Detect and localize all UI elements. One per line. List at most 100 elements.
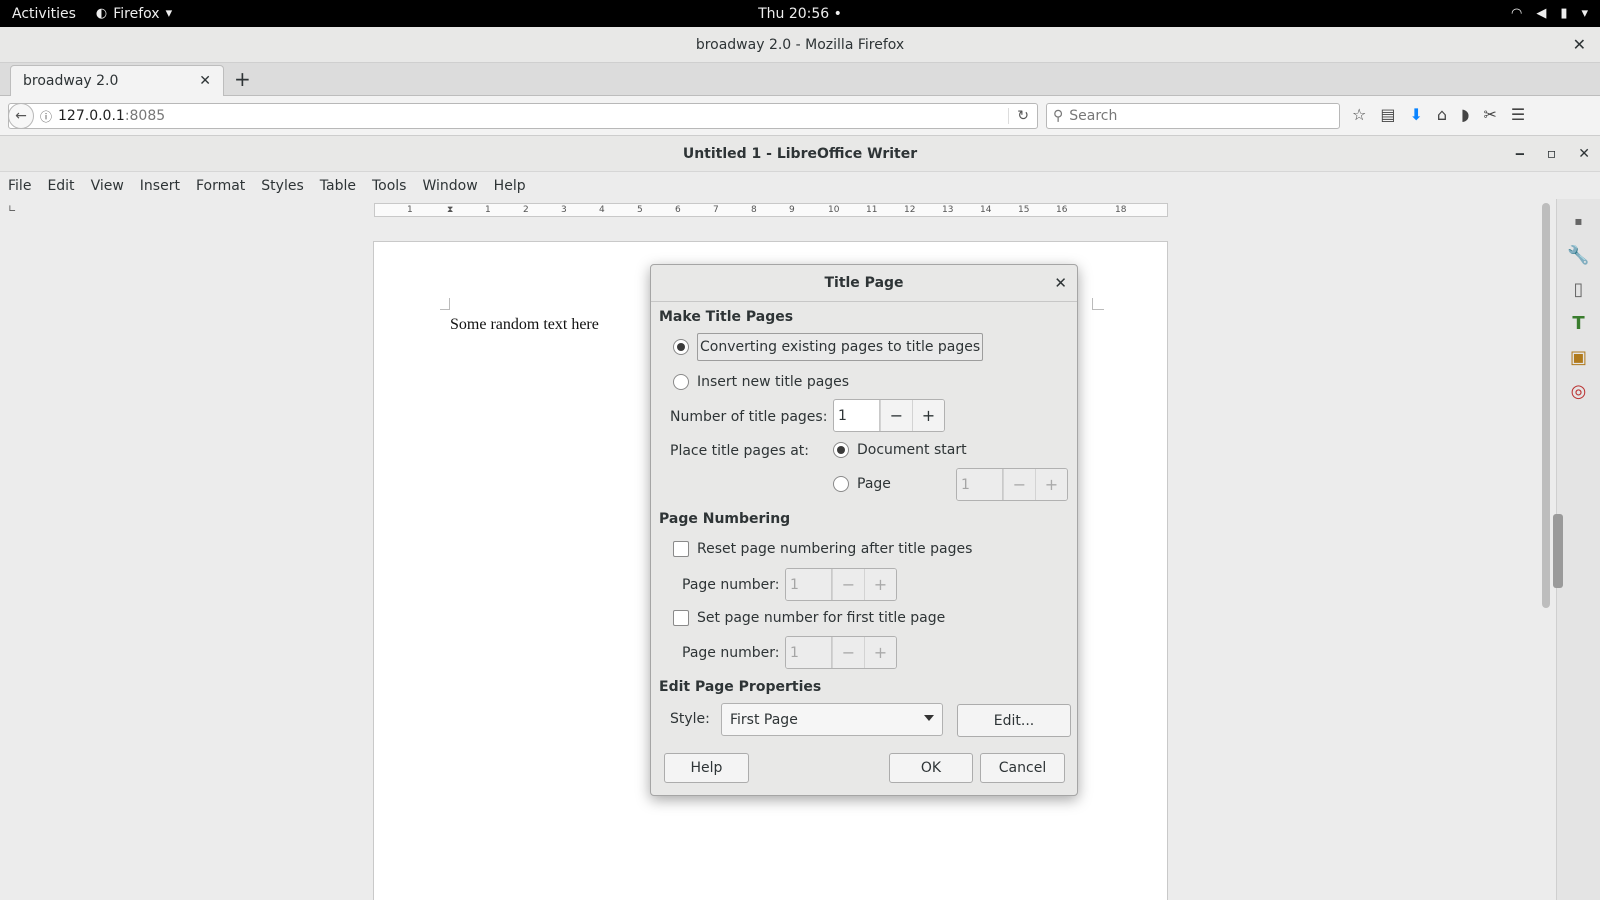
navigator-compass-icon[interactable]: ◎ [1567,379,1591,403]
app-menu[interactable]: ◐ Firefox ▾ [88,6,172,22]
style-label: Style: [670,711,710,727]
properties-wrench-icon[interactable]: 🔧 [1567,243,1591,267]
radio-page[interactable]: Page [833,476,891,492]
reset-numbering-label: Reset page numbering after title pages [697,541,973,557]
dialog-header: Title Page ✕ [651,265,1077,302]
sidebar-collapse-handle[interactable] [1553,514,1563,588]
menu-edit[interactable]: Edit [47,178,74,194]
radio-document-start[interactable]: Document start [833,442,967,458]
ok-button[interactable]: OK [889,753,973,783]
url-port: :8085 [124,108,166,124]
decrement-button[interactable]: − [1003,469,1035,500]
ruler-tick: 4 [599,205,605,215]
hamburger-menu-icon[interactable]: ☰ [1511,105,1525,124]
menu-tools[interactable]: Tools [372,178,407,194]
number-of-title-pages-stepper[interactable]: 1 − + [833,399,945,432]
radio-button-selected[interactable] [833,442,849,458]
ruler-tick: 10 [828,205,840,215]
menu-window[interactable]: Window [422,178,477,194]
increment-button[interactable]: + [1035,469,1067,500]
page-icon[interactable]: ▯ [1567,277,1591,301]
ruler-tick: 1 [407,205,413,215]
menu-insert[interactable]: Insert [140,178,180,194]
title-page-dialog: Title Page ✕ Make Title Pages Converting… [650,264,1078,796]
decrement-button[interactable]: − [832,569,864,600]
radio-button-selected[interactable] [673,339,689,355]
battery-icon: ▮ [1560,6,1568,21]
tab-broadway[interactable]: broadway 2.0 ✕ [10,65,224,96]
close-icon[interactable]: ✕ [1573,35,1586,54]
pocket-icon[interactable]: ◗ [1461,105,1469,124]
dialog-close-icon[interactable]: ✕ [1054,274,1067,292]
writer-titlebar: Untitled 1 - LibreOffice Writer ‒ ▫ ✕ [0,136,1600,172]
menu-view[interactable]: View [91,178,124,194]
bookmark-star-icon[interactable]: ☆ [1352,105,1366,124]
minimize-icon[interactable]: ‒ [1515,146,1525,162]
style-dropdown[interactable]: First Page [721,703,943,736]
screenshot-icon[interactable]: ✂ [1483,105,1496,124]
url-host: 127.0.0.1 [58,108,125,124]
toolbar-icons: ☆ ▤ ⬇ ⌂ ◗ ✂ ☰ [1352,105,1525,124]
radio-button[interactable] [833,476,849,492]
tab-close-icon[interactable]: ✕ [199,73,211,89]
radio-button[interactable] [673,374,689,390]
system-tray[interactable]: ◠ ◀ ▮ ▾ [1511,7,1588,20]
reset-page-number-input[interactable]: 1 [786,569,832,600]
page-number-label: Page number: [682,645,780,661]
menu-file[interactable]: File [8,178,31,194]
help-button[interactable]: Help [664,753,749,783]
new-tab-icon[interactable]: + [234,67,251,91]
sidebar-menu-icon[interactable]: ▪ [1567,209,1591,233]
ruler-tick: 18 [1115,205,1127,215]
styles-icon[interactable]: T [1567,311,1591,335]
info-icon[interactable]: ⓘ [40,108,52,125]
search-icon: ⚲ [1053,108,1064,124]
reset-page-number-stepper[interactable]: 1 − + [785,568,897,601]
back-arrow-icon[interactable]: ← [8,103,34,129]
ruler-tick: 13 [942,205,954,215]
ruler-tick: 6 [675,205,681,215]
gallery-icon[interactable]: ▣ [1567,345,1591,369]
increment-button[interactable]: + [864,637,896,668]
home-icon[interactable]: ⌂ [1437,105,1447,124]
tab-stop-selector[interactable]: ∟ [8,204,16,215]
checkbox[interactable] [673,541,689,557]
cancel-button[interactable]: Cancel [980,753,1065,783]
reset-numbering-checkbox[interactable]: Reset page numbering after title pages [673,541,972,557]
decrement-button[interactable]: − [880,400,912,431]
set-page-number-checkbox[interactable]: Set page number for first title page [673,610,945,626]
library-icon[interactable]: ▤ [1380,105,1395,124]
first-page-number-stepper[interactable]: 1 − + [785,636,897,669]
first-page-number-input[interactable]: 1 [786,637,832,668]
reload-icon[interactable]: ↻ [1008,108,1029,124]
search-input[interactable]: ⚲ Search [1046,103,1340,129]
ruler-tick: 9 [789,205,795,215]
activities-button[interactable]: Activities [0,6,88,22]
checkbox[interactable] [673,610,689,626]
menu-format[interactable]: Format [196,178,245,194]
window-controls: ‒ ▫ ✕ [1515,146,1590,162]
menu-styles[interactable]: Styles [261,178,303,194]
document-text[interactable]: Some random text here [450,316,599,334]
radio-insert-new[interactable]: Insert new title pages [673,374,849,390]
number-of-title-pages-input[interactable]: 1 [834,400,880,431]
radio-convert-existing[interactable]: Converting existing pages to title pages [673,333,984,361]
edit-button[interactable]: Edit... [957,704,1071,737]
ruler-indent-marker[interactable]: ⧗ [447,205,453,215]
download-icon[interactable]: ⬇ [1409,105,1422,124]
close-icon[interactable]: ✕ [1578,146,1590,162]
page-position-input[interactable]: 1 [957,469,1003,500]
url-bar[interactable]: ← ⓘ 127.0.0.1 :8085 ↻ [8,103,1038,129]
ruler-tick: 5 [637,205,643,215]
decrement-button[interactable]: − [832,637,864,668]
page-position-stepper[interactable]: 1 − + [956,468,1068,501]
menu-table[interactable]: Table [320,178,356,194]
dropdown-arrow-icon [924,715,934,721]
horizontal-ruler[interactable]: 1 ⧗ 1 2 3 4 5 6 7 8 9 10 11 12 13 14 15 … [374,203,1168,217]
clock[interactable]: Thu 20:56 • [758,6,842,22]
maximize-icon[interactable]: ▫ [1547,146,1557,162]
menu-help[interactable]: Help [494,178,526,194]
increment-button[interactable]: + [864,569,896,600]
increment-button[interactable]: + [912,400,944,431]
vertical-scrollbar[interactable] [1542,203,1550,608]
